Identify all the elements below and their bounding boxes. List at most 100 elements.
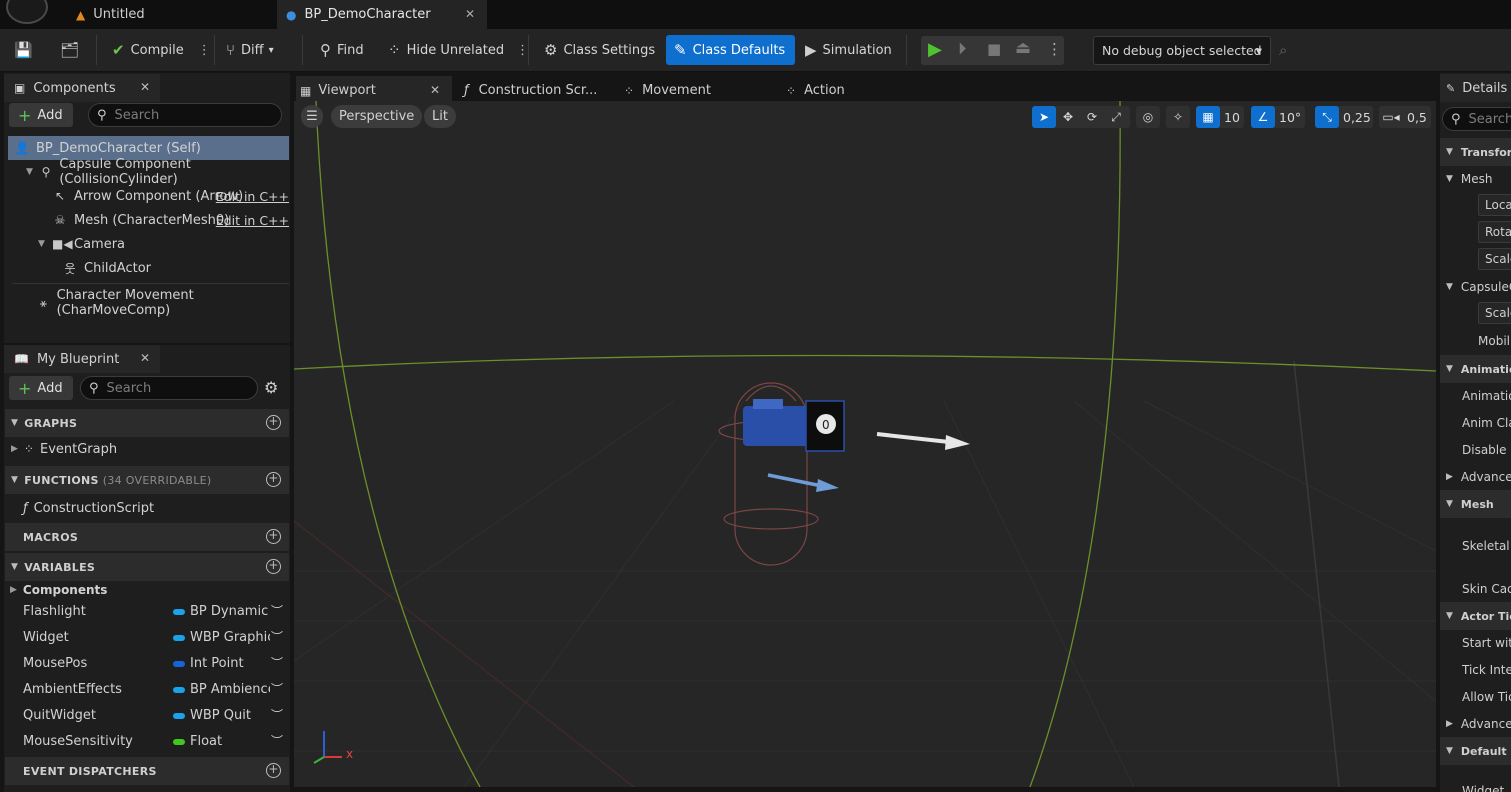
rotate-tool-icon[interactable]: ⟳ [1080,106,1104,128]
add-macro-icon[interactable]: + [266,529,281,544]
details-subsection-capsule[interactable]: ▼ CapsuleComponent [1440,273,1511,300]
debug-filter-icon[interactable]: ⌕ [1279,41,1287,59]
simulation-button[interactable]: ▶ Simulation [805,35,892,65]
scale-tool-icon[interactable]: ⤢ [1104,106,1128,128]
graphs-section-header[interactable]: ▼ GRAPHS + [5,409,289,437]
grid-snap-control[interactable]: ▦ 10 [1196,106,1244,128]
close-icon[interactable]: ✕ [140,351,150,365]
browse-button[interactable]: 🗂 [60,35,85,65]
graph-item-eventgraph[interactable]: ▶ ⁘ EventGraph [5,436,289,462]
macros-section-header[interactable]: MACROS + [5,523,289,551]
add-component-button[interactable]: + Add [9,103,73,127]
camera-speed-control[interactable]: ▭◂ 0,5 [1379,106,1431,128]
eye-closed-icon[interactable]: ︶ [271,706,283,723]
add-variable-icon[interactable]: + [266,559,281,574]
component-row-charmove[interactable]: ⚹ Character Movement (CharMoveComp) [12,288,289,318]
property-skin-cache[interactable]: Skin Cache [1440,575,1511,602]
variable-row[interactable]: MousePos Int Point ︶ [5,651,289,677]
rotation-snap-control[interactable]: ∠ 10° [1251,106,1305,128]
eye-closed-icon[interactable]: ︶ [271,602,283,619]
component-row-childactor[interactable]: 웃 ChildActor [12,256,289,280]
variable-row[interactable]: Widget WBP Graphic ︶ [5,625,289,651]
step-icon[interactable]: ⏵ [958,39,967,59]
details-search-input[interactable]: ⚲ Search [1442,107,1511,131]
component-row-capsule[interactable]: ▼ ⚲ Capsule Component (CollisionCylinder… [12,157,289,187]
component-row-arrow[interactable]: ↖ Arrow Component (Arrow) Edit in C++ [12,184,289,208]
diff-button[interactable]: ⑂ Diff ▾ [226,35,274,65]
property-start-with-tick[interactable]: Start with Tick Enabled [1440,629,1511,656]
class-defaults-button[interactable]: ✎ Class Defaults [666,35,796,65]
variable-row[interactable]: QuitWidget WBP Quit ︶ [5,703,289,729]
component-row-mesh[interactable]: ☠ Mesh (CharacterMesh0) Edit in C++ [12,208,289,232]
functions-section-header[interactable]: ▼ FUNCTIONS (34 OVERRIDABLE) + [5,466,289,494]
edit-in-cpp-link[interactable]: Edit in C++ [216,213,289,228]
details-subsection-mesh[interactable]: ▼ Mesh [1440,165,1511,192]
function-item-constructionscript[interactable]: ƒ ConstructionScript [5,495,289,521]
tab-bp-democharacter[interactable]: ● BP_DemoCharacter ✕ [277,0,487,29]
property-widget[interactable]: Widget [1440,777,1511,792]
move-tool-icon[interactable]: ✥ [1056,106,1080,128]
more-options-icon[interactable]: ⋮ [198,43,211,58]
eye-closed-icon[interactable]: ︶ [271,680,283,697]
surface-snap-toggle[interactable]: ✧ [1166,106,1190,128]
close-icon[interactable]: ✕ [430,83,440,97]
details-panel-tab[interactable]: ✎ Details [1440,74,1511,102]
scale-dropdown[interactable]: Scale [1478,248,1511,270]
scale-snap-control[interactable]: ⤡ 0,25 [1315,106,1373,128]
variable-row[interactable]: MouseSensitivity Float ︶ [5,729,289,755]
details-section-actor-tick[interactable]: ▼ Actor Tick [1440,602,1511,630]
capsule-scale-dropdown[interactable]: Scale [1478,302,1511,324]
property-mobility[interactable]: Mobility [1440,327,1511,354]
close-icon[interactable]: ✕ [140,80,150,94]
my-blueprint-panel-tab[interactable]: 📖 My Blueprint ✕ [4,345,160,373]
eject-icon[interactable]: ⏏ [1015,38,1031,58]
add-graph-icon[interactable]: + [266,415,281,430]
collapse-arrow-icon[interactable]: ▼ [38,239,50,249]
gear-icon[interactable]: ⚙ [264,378,278,397]
property-skeletal-mesh[interactable]: Skeletal Mesh [1440,532,1511,559]
expand-arrow-icon[interactable]: ▶ [11,444,18,454]
rotation-dropdown[interactable]: Rotation [1478,221,1511,243]
details-section-mesh[interactable]: ▼ Mesh [1440,490,1511,518]
edit-in-cpp-link[interactable]: Edit in C++ [216,189,289,204]
play-icon[interactable]: ▶ [928,39,942,60]
components-search-input[interactable]: ⚲ Search [88,103,282,127]
add-event-dispatcher-icon[interactable]: + [266,763,281,778]
find-button[interactable]: ⚲ Find [320,35,364,65]
add-function-icon[interactable]: + [266,472,281,487]
lit-button[interactable]: Lit [424,105,456,128]
advanced-expander[interactable]: ▶ Advanced [1440,710,1511,737]
class-settings-button[interactable]: ⚙ Class Settings [544,35,655,65]
stop-icon[interactable]: ■ [987,40,1001,58]
property-disable-post-process[interactable]: Disable Post Process [1440,436,1511,463]
advanced-expander[interactable]: ▶ Advanced [1440,463,1511,490]
viewport-canvas[interactable]: 0 x ☰ Perspective Lit ➤ ✥ ⟳ ⤢ ◎ ✧ ▦ 10 ∠… [294,101,1436,787]
event-dispatchers-section-header[interactable]: EVENT DISPATCHERS + [5,757,289,785]
perspective-button[interactable]: Perspective [331,105,423,128]
compile-button[interactable]: ✔ Compile ⋮ [112,35,211,65]
tab-action[interactable]: ⁘ Action [786,77,845,104]
hide-unrelated-button[interactable]: ⁘ Hide Unrelated ⋮ [388,35,529,65]
eye-closed-icon[interactable]: ︶ [271,628,283,645]
more-options-icon[interactable]: ⋮ [1047,40,1062,58]
variable-row[interactable]: Flashlight BP Dynamic ︶ [5,599,289,625]
save-button[interactable]: 💾 [14,35,39,65]
collapse-arrow-icon[interactable]: ▼ [26,167,37,177]
property-anim-class[interactable]: Anim Class [1440,409,1511,436]
details-section-default[interactable]: ▼ Default [1440,737,1511,765]
components-panel-tab[interactable]: ▣ Components ✕ [4,74,160,102]
details-section-animation[interactable]: ▼ Animation [1440,355,1511,383]
details-section-transform[interactable]: ▼ Transform [1440,138,1511,166]
tab-viewport[interactable]: ▦ Viewport ✕ [300,77,440,104]
expand-arrow-icon[interactable]: ▶ [10,585,17,595]
add-member-button[interactable]: + Add [9,376,73,400]
property-animation-mode[interactable]: Animation Mode [1440,382,1511,409]
tab-untitled[interactable]: ▲ Untitled [70,0,275,29]
unreal-logo-icon[interactable] [6,0,48,24]
my-blueprint-search-input[interactable]: ⚲ Search [80,376,258,400]
eye-closed-icon[interactable]: ︶ [271,654,283,671]
viewport-menu-button[interactable]: ☰ [301,105,323,128]
property-allow-tick[interactable]: Allow Tick Before BeginPlay [1440,683,1511,710]
select-tool-icon[interactable]: ➤ [1032,106,1056,128]
debug-object-select[interactable]: No debug object selected ▾ [1093,36,1271,65]
